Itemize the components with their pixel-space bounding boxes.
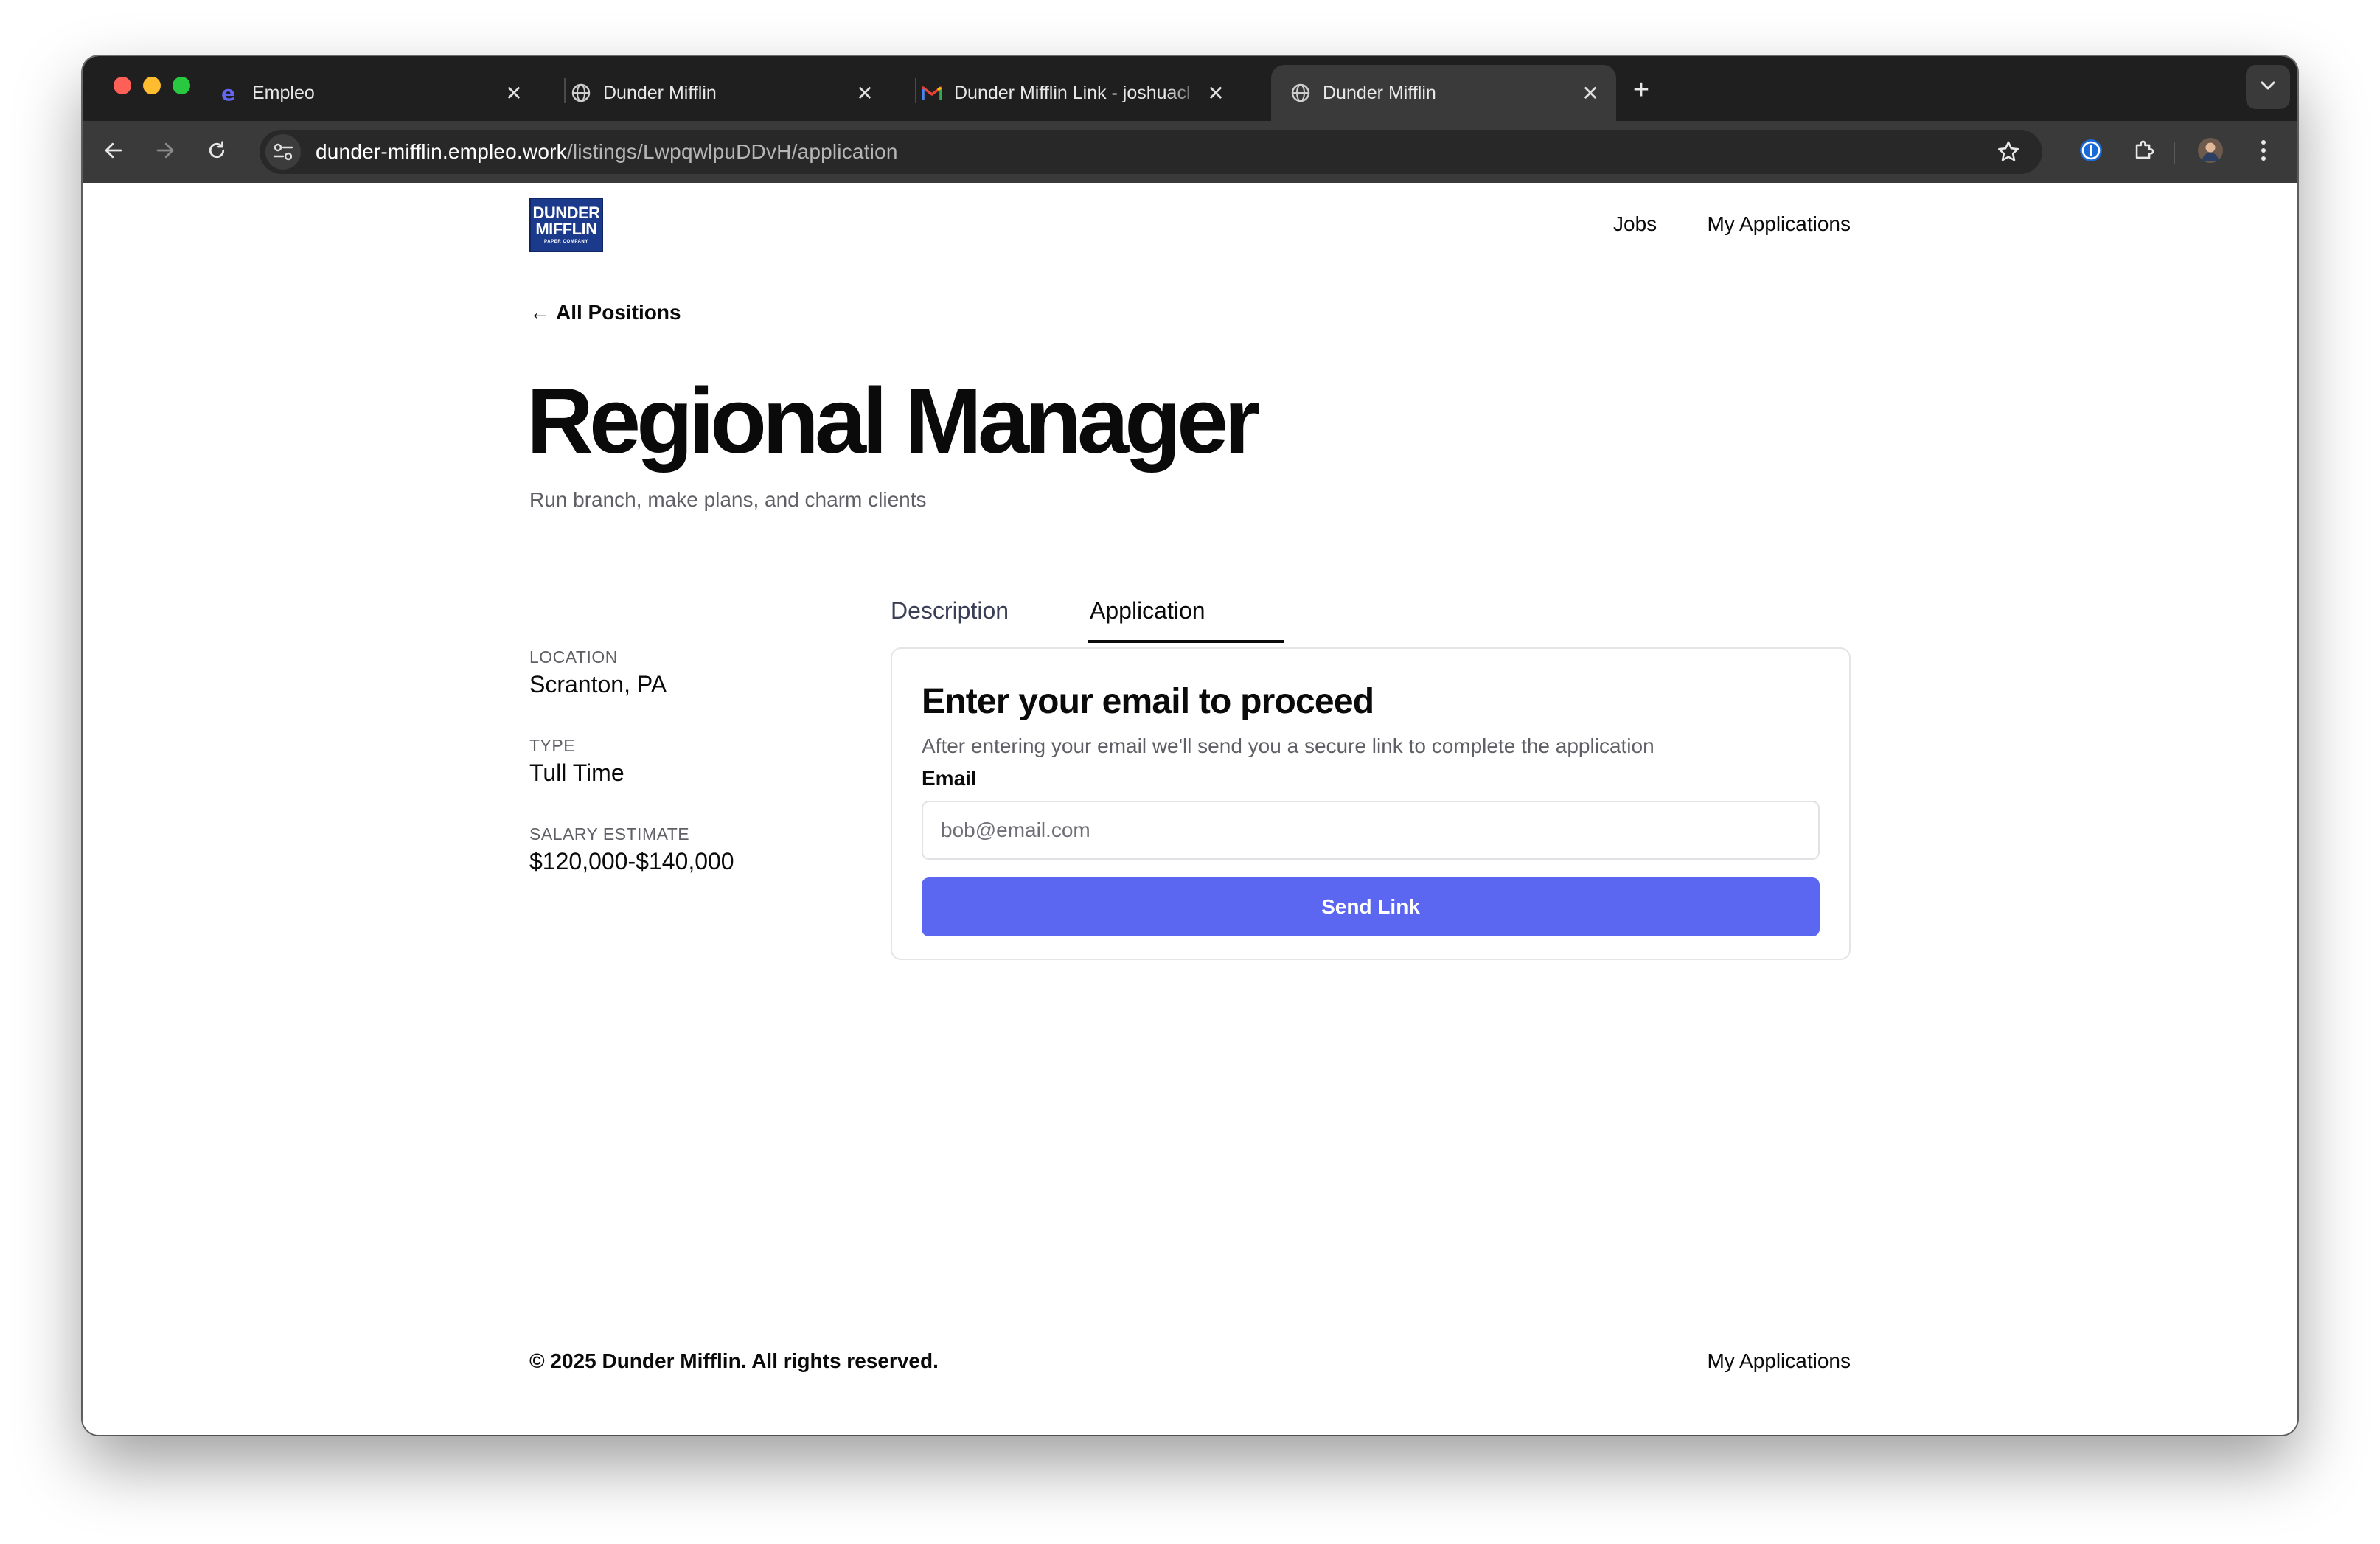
browser-tab-gmail[interactable]: Dunder Mifflin Link - joshuacl ✕	[902, 65, 1242, 121]
tab-search-button[interactable]	[2246, 65, 2290, 109]
screen: e Empleo ✕ Dunder Mifflin ✕ Dunder Miffl…	[0, 0, 2380, 1544]
minimize-window-button[interactable]	[143, 77, 161, 94]
tab-strip: e Empleo ✕ Dunder Mifflin ✕ Dunder Miffl…	[83, 56, 2297, 121]
tab-application[interactable]: Application	[1090, 597, 1205, 625]
arrow-right-icon	[154, 139, 176, 165]
type-value: Tull Time	[529, 759, 624, 786]
salary-value: $120,000-$140,000	[529, 848, 734, 874]
send-link-button[interactable]: Send Link	[922, 877, 1820, 936]
type-label: TYPE	[529, 736, 576, 755]
tab-description[interactable]: Description	[891, 597, 1009, 625]
url-path: /listings/LwpqwlpuDDvH/application	[566, 140, 898, 163]
nav-jobs-link[interactable]: Jobs	[1613, 212, 1657, 236]
toolbar-divider	[2174, 142, 2175, 164]
chevron-down-icon	[2260, 80, 2276, 94]
globe-icon	[1290, 83, 1311, 103]
close-tab-icon[interactable]: ✕	[1205, 82, 1227, 105]
page-subtitle: Run branch, make plans, and charm client…	[529, 488, 927, 511]
new-tab-button[interactable]: +	[1624, 72, 1659, 108]
salary-label: SALARY ESTIMATE	[529, 824, 690, 844]
card-title: Enter your email to proceed	[922, 682, 1374, 721]
close-window-button[interactable]	[114, 77, 131, 94]
footer-my-applications-link[interactable]: My Applications	[1707, 1349, 1851, 1373]
avatar	[2197, 137, 2224, 167]
web-page: DUNDER MIFFLIN PAPER COMPANY Jobs My App…	[83, 183, 2297, 1435]
close-tab-icon[interactable]: ✕	[854, 82, 876, 105]
password-manager-icon	[2078, 137, 2104, 167]
more-vertical-icon	[2260, 139, 2267, 165]
all-positions-label: All Positions	[556, 301, 681, 324]
email-label: Email	[922, 767, 977, 790]
browser-tab-empleo[interactable]: e Empleo ✕	[201, 65, 540, 121]
logo-line-3: PAPER COMPANY	[544, 240, 588, 244]
profile-button[interactable]	[2190, 131, 2231, 173]
close-tab-icon[interactable]: ✕	[503, 82, 525, 105]
active-tab-indicator	[1088, 640, 1284, 643]
nav-my-applications-link[interactable]: My Applications	[1707, 212, 1851, 236]
empleo-e-icon: e	[220, 83, 240, 103]
puzzle-piece-icon	[2132, 138, 2157, 167]
svg-text:e: e	[221, 83, 235, 103]
extensions-button[interactable]	[2123, 131, 2165, 173]
location-label: LOCATION	[529, 647, 618, 667]
email-field[interactable]	[922, 801, 1820, 860]
close-tab-icon[interactable]: ✕	[1579, 82, 1601, 105]
forward-button[interactable]	[145, 131, 186, 173]
bookmark-star-icon[interactable]	[1992, 136, 2025, 168]
tab-title: Dunder Mifflin	[603, 82, 717, 103]
browser-tab-dunder-mifflin[interactable]: Dunder Mifflin ✕	[551, 65, 891, 121]
browser-toolbar: dunder-mifflin.empleo.work/listings/Lwpq…	[83, 121, 2297, 183]
globe-icon	[571, 83, 591, 103]
zoom-window-button[interactable]	[173, 77, 190, 94]
page-title: Regional Manager	[526, 369, 1260, 473]
url-host: dunder-mifflin.empleo.work	[316, 140, 567, 163]
dunder-mifflin-logo[interactable]: DUNDER MIFFLIN PAPER COMPANY	[529, 198, 603, 252]
reload-icon	[206, 139, 228, 165]
card-description: After entering your email we'll send you…	[922, 734, 1654, 757]
footer-copyright: © 2025 Dunder Mifflin. All rights reserv…	[529, 1349, 939, 1372]
tab-title: Dunder Mifflin	[1323, 82, 1436, 103]
url-text: dunder-mifflin.empleo.work/listings/Lwpq…	[316, 140, 898, 164]
back-button[interactable]	[93, 131, 134, 173]
browser-window: e Empleo ✕ Dunder Mifflin ✕ Dunder Miffl…	[83, 56, 2297, 1435]
address-bar[interactable]: dunder-mifflin.empleo.work/listings/Lwpq…	[260, 130, 2042, 174]
browser-tab-dunder-mifflin-active[interactable]: Dunder Mifflin ✕	[1271, 65, 1616, 121]
reload-button[interactable]	[196, 131, 237, 173]
arrow-left-icon: ←	[529, 301, 550, 324]
gmail-icon	[922, 83, 942, 103]
password-manager-extension[interactable]	[2070, 131, 2112, 173]
application-card: Enter your email to proceed After enteri…	[891, 647, 1851, 960]
tab-title: Empleo	[252, 82, 315, 103]
browser-menu-button[interactable]	[2243, 131, 2284, 173]
logo-line-2: MIFFLIN	[535, 220, 597, 238]
all-positions-link[interactable]: ← All Positions	[529, 301, 681, 324]
site-settings-icon[interactable]	[265, 134, 301, 170]
arrow-left-icon	[102, 139, 125, 165]
tab-title: Dunder Mifflin Link - joshuacl	[954, 82, 1191, 103]
logo-line-1: DUNDER	[532, 204, 600, 222]
location-value: Scranton, PA	[529, 671, 667, 698]
